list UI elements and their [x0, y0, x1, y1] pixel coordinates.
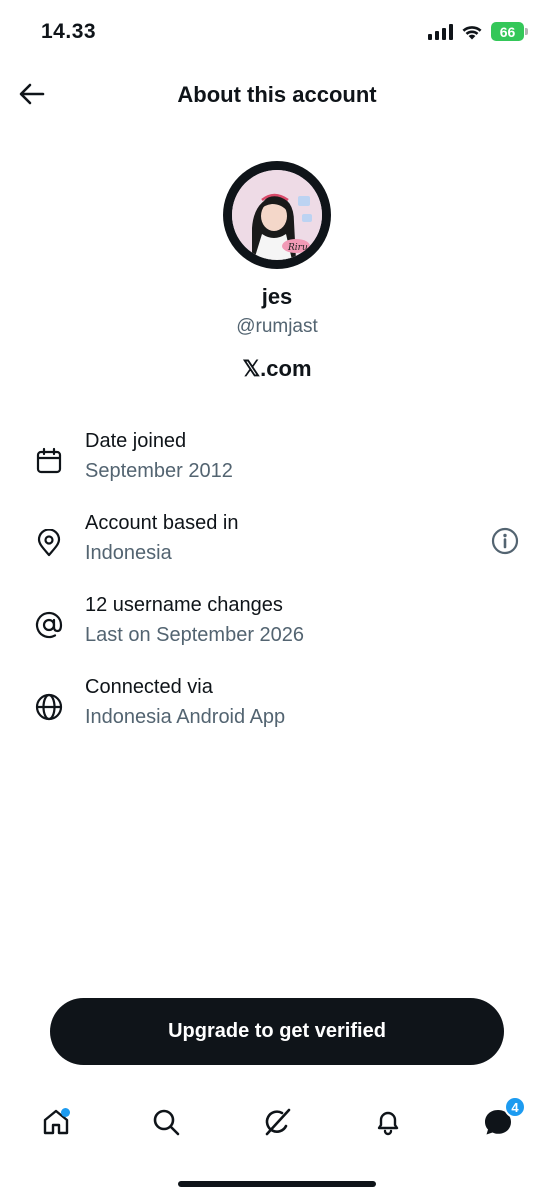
display-name: jes — [261, 284, 293, 309]
status-icons: 66 — [428, 22, 528, 41]
globe-icon — [34, 692, 64, 722]
status-bar: 14.33 66 — [0, 0, 554, 66]
info-subtitle: Last on September 2026 — [85, 624, 305, 646]
info-title: Connected via — [85, 676, 213, 698]
avatar-signature: Riru — [287, 243, 308, 253]
avatar[interactable]: Riru — [223, 161, 331, 269]
notification-dot — [61, 1108, 70, 1117]
page-title: About this account — [177, 82, 377, 107]
info-title: Account based in — [85, 512, 239, 534]
page-header: About this account — [0, 66, 554, 122]
bell-icon — [377, 1111, 399, 1136]
info-row-date-joined: Date joined September 2012 — [0, 430, 554, 494]
info-subtitle: September 2012 — [85, 460, 233, 482]
calendar-icon — [34, 446, 64, 476]
nav-grok[interactable] — [255, 1100, 299, 1144]
at-sign-icon — [34, 610, 64, 640]
location-pin-icon — [34, 528, 64, 558]
bottom-nav: 4 — [0, 1094, 554, 1150]
message-count-badge: 4 — [504, 1096, 526, 1118]
nav-notifications[interactable] — [366, 1100, 410, 1144]
platform-domain: 𝕏.com — [242, 356, 312, 381]
nav-search[interactable] — [144, 1100, 188, 1144]
upgrade-verified-button[interactable]: Upgrade to get verified — [50, 998, 504, 1065]
info-subtitle: Indonesia — [85, 542, 172, 564]
cellular-signal-icon — [428, 23, 453, 40]
wifi-icon — [462, 25, 482, 39]
info-icon[interactable] — [490, 526, 520, 556]
battery-level: 66 — [491, 22, 524, 41]
info-title: 12 username changes — [85, 594, 283, 616]
search-icon — [153, 1109, 180, 1136]
avatar-photo: Riru — [232, 170, 322, 260]
info-subtitle: Indonesia Android App — [85, 706, 286, 728]
info-row-username-changes: 12 username changes Last on September 20… — [0, 594, 554, 658]
nav-home[interactable] — [34, 1100, 78, 1144]
username-handle: @rumjast — [236, 316, 318, 337]
info-title: Date joined — [85, 430, 187, 452]
grok-icon — [265, 1108, 291, 1136]
status-time: 14.33 — [41, 20, 97, 43]
info-row-connected-via: Connected via Indonesia Android App — [0, 676, 554, 740]
battery-indicator: 66 — [491, 22, 528, 41]
info-row-account-based-in: Account based in Indonesia — [0, 512, 554, 576]
nav-messages[interactable]: 4 — [476, 1096, 526, 1144]
home-indicator — [178, 1181, 376, 1187]
